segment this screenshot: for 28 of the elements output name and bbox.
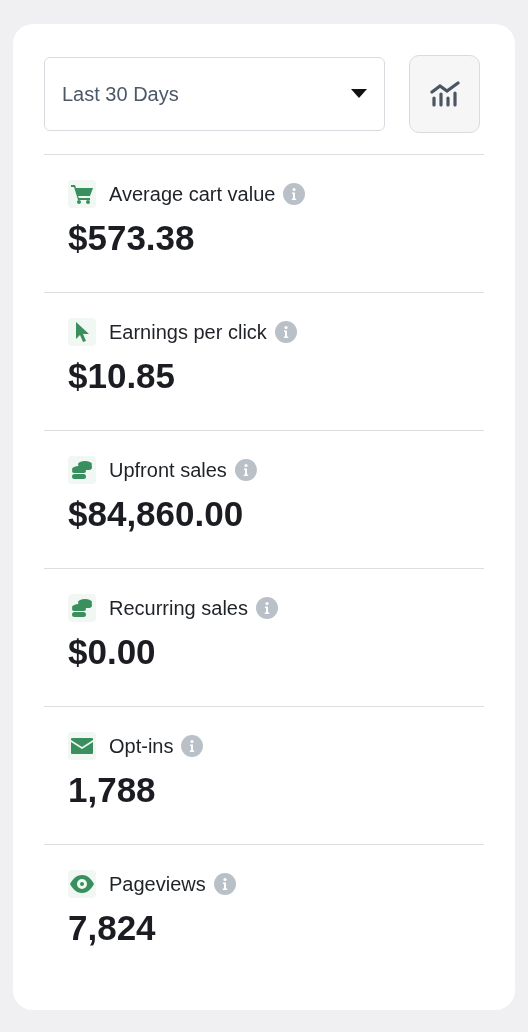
chart-icon — [429, 81, 460, 107]
metric-value: $573.38 — [68, 217, 196, 259]
metric-value: $10.85 — [68, 355, 177, 397]
info-icon[interactable] — [283, 183, 306, 205]
envelope-icon — [71, 738, 93, 754]
cursor-icon — [75, 322, 89, 342]
metric-label: Recurring sales — [109, 596, 248, 621]
coins-icon — [71, 598, 93, 618]
metric-value: $84,860.00 — [68, 493, 245, 535]
metric-label: Pageviews — [109, 872, 206, 897]
metric-value: 7,824 — [68, 907, 157, 949]
metric-value: 1,788 — [68, 769, 157, 811]
info-icon[interactable] — [213, 873, 236, 895]
info-icon[interactable] — [274, 321, 297, 343]
metric-label: Average cart value — [109, 182, 276, 207]
eye-icon — [70, 875, 94, 893]
cart-icon — [71, 184, 93, 204]
coins-icon — [71, 460, 93, 480]
info-icon[interactable] — [255, 597, 278, 619]
metric-label: Opt-ins — [109, 734, 174, 759]
caret-icon — [351, 89, 367, 99]
info-icon[interactable] — [234, 459, 257, 481]
metric-label: Earnings per click — [109, 320, 267, 345]
date-range-select[interactable]: Last 30 Days — [44, 57, 385, 131]
chart-button[interactable] — [409, 55, 480, 133]
info-icon[interactable] — [181, 735, 204, 757]
metric-label: Upfront sales — [109, 458, 227, 483]
metric-value: $0.00 — [68, 631, 157, 673]
